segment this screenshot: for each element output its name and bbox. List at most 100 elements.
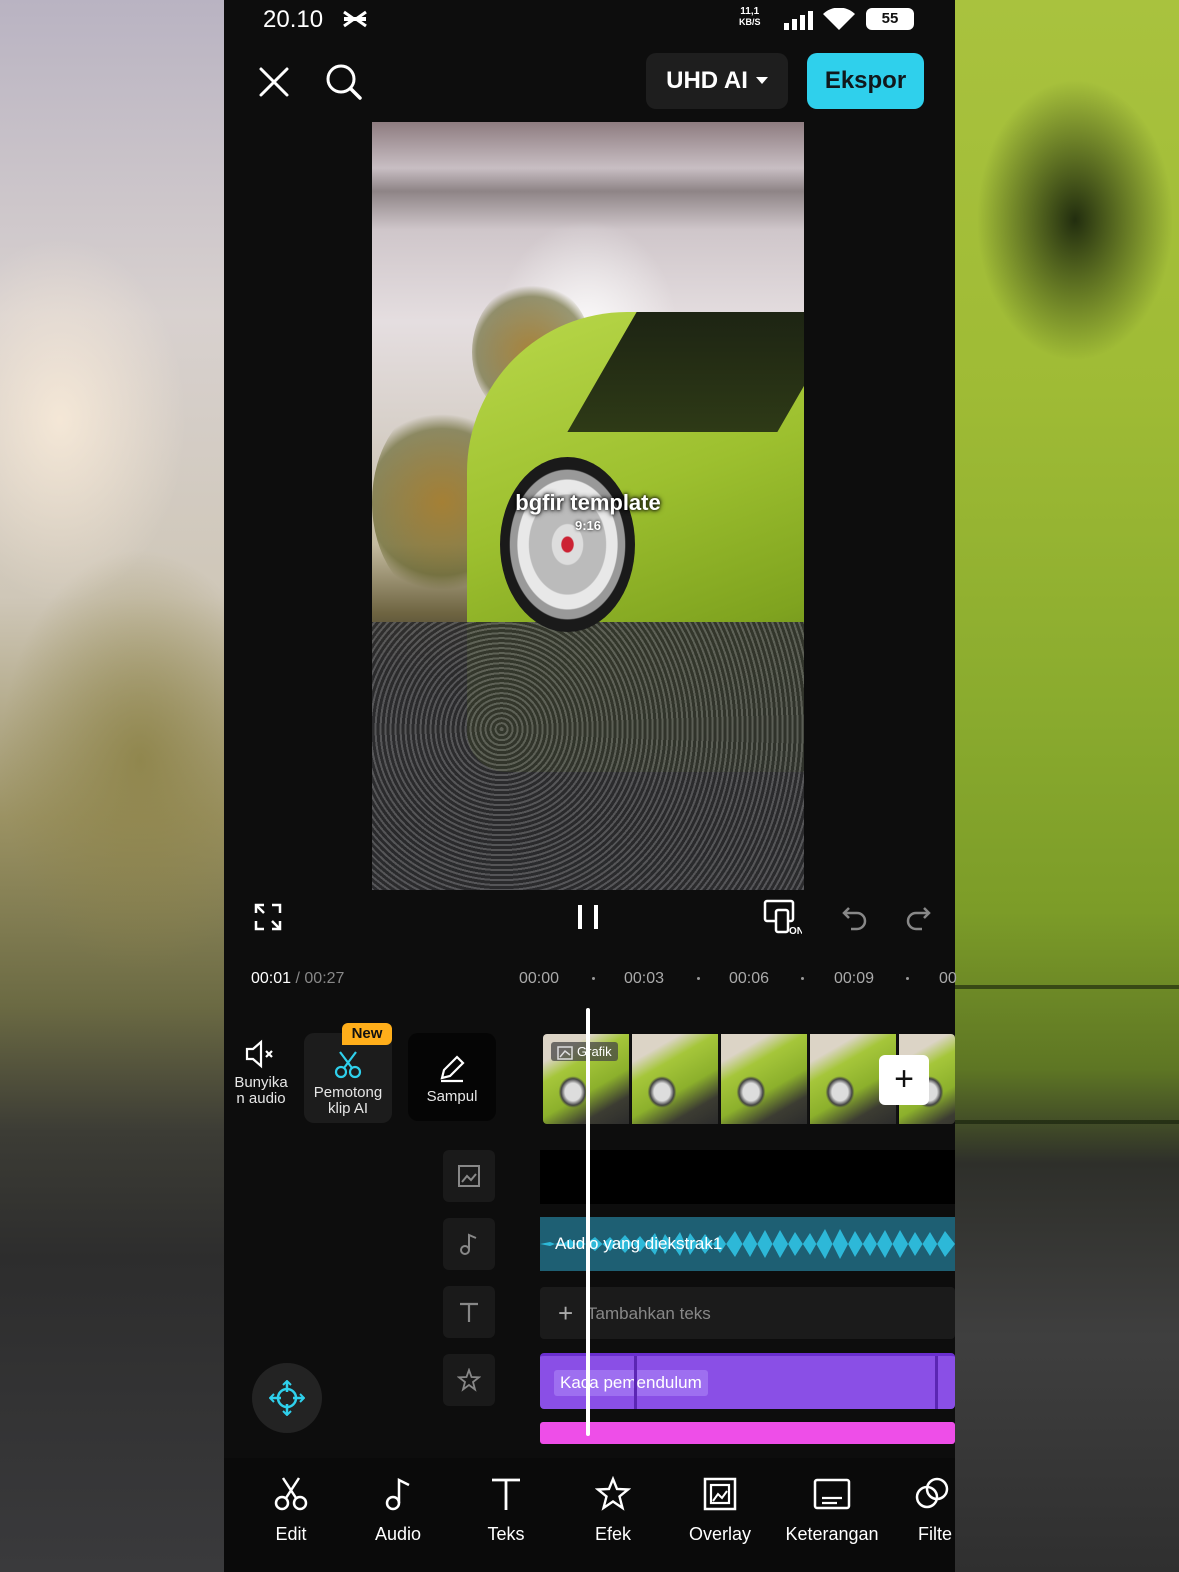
ruler-tick: 00:06: [729, 970, 770, 987]
keyframe-button[interactable]: [252, 1363, 322, 1433]
overlay-track[interactable]: [540, 1150, 955, 1204]
ai-scissors-icon: [334, 1051, 362, 1079]
ai-clip-cutter-button[interactable]: Pemotong klip AI: [304, 1033, 392, 1123]
close-icon: [259, 67, 289, 97]
graphic-tag: Grafik: [551, 1042, 618, 1061]
quality-dropdown[interactable]: UHD AI: [646, 53, 788, 109]
undo-button[interactable]: [835, 897, 875, 937]
search-icon: [326, 64, 362, 100]
video-preview[interactable]: bgfir template 9:16: [372, 122, 804, 890]
signal-icon: [784, 11, 813, 30]
preview-aspect-text: 9:16: [574, 518, 602, 533]
add-text-track[interactable]: + Tambahkan teks: [540, 1287, 955, 1339]
star-effect-icon: [457, 1368, 481, 1392]
clip-thumbnail: [721, 1034, 809, 1124]
top-bar: UHD AI Ekspor: [224, 52, 955, 112]
pause-button[interactable]: [568, 897, 608, 937]
overlay-icon: [703, 1477, 737, 1511]
image-overlay-icon: [458, 1165, 480, 1187]
preview-mode-button[interactable]: ON: [762, 897, 802, 937]
captions-icon: [813, 1478, 851, 1510]
nav-edit-label: Edit: [275, 1524, 307, 1544]
device-preview-on-icon: ON: [763, 899, 802, 936]
mute-audio-button[interactable]: Bunyika n audio: [226, 1033, 296, 1123]
nav-text[interactable]: Teks: [482, 1472, 530, 1545]
scissors-icon: [274, 1477, 308, 1511]
secondary-effect-track[interactable]: [540, 1422, 955, 1444]
effect-split: [634, 1356, 637, 1409]
wifi-icon: [823, 8, 855, 30]
ruler-tick: 00:03: [624, 970, 665, 987]
preview-ground: [372, 622, 804, 890]
fullscreen-button[interactable]: [248, 897, 288, 937]
ruler-tick: 00: [939, 970, 957, 987]
nav-edit[interactable]: Edit: [264, 1472, 318, 1545]
nav-captions-label: Keterangan: [785, 1524, 879, 1544]
cover-button[interactable]: Sampul: [408, 1033, 496, 1121]
nav-audio[interactable]: Audio: [370, 1472, 426, 1545]
fullscreen-icon: [254, 903, 282, 931]
audio-track[interactable]: Audio yang diekstrak1: [540, 1217, 955, 1271]
ruler-tick: 00:00: [519, 970, 560, 987]
effect-track[interactable]: Kaca pemendulum: [540, 1353, 955, 1409]
export-button[interactable]: Ekspor: [807, 53, 924, 109]
timecode-ruler: 00:01 / 00:27 00:00 00:03 00:06 00:09 00: [224, 962, 957, 998]
playhead[interactable]: [586, 1008, 590, 1436]
graphic-tag-icon: [557, 1046, 573, 1060]
nav-captions[interactable]: Keterangan: [780, 1472, 884, 1545]
overlay-track-button[interactable]: [443, 1150, 495, 1202]
star-effect-icon: [595, 1476, 631, 1511]
bottom-toolbar: Edit Audio Teks Efek Overlay Keterangan …: [224, 1458, 955, 1572]
nav-overlay-label: Overlay: [688, 1524, 751, 1544]
clip-thumbnail: [632, 1034, 720, 1124]
speaker-mute-icon: [245, 1039, 273, 1069]
ruler-dot: [697, 977, 700, 980]
search-button[interactable]: [322, 60, 366, 104]
effect-track-button[interactable]: [443, 1354, 495, 1406]
nav-effects-label: Efek: [594, 1524, 632, 1544]
battery-indicator: 55: [866, 8, 914, 30]
ruler-dot: [801, 977, 804, 980]
app-root: 20.10 11,1 KB/S 55 UHD AI Ekspor bgfir t…: [0, 0, 1179, 1572]
text-track-button[interactable]: [443, 1286, 495, 1338]
keyframe-move-icon: [269, 1380, 305, 1416]
background-blur-left: [0, 0, 224, 1572]
effect-split: [935, 1356, 938, 1409]
plus-icon: +: [558, 1298, 574, 1328]
add-clip-button[interactable]: +: [879, 1055, 929, 1105]
close-button[interactable]: [252, 60, 296, 104]
playback-controls: ON: [224, 893, 955, 943]
status-bar: 20.10 11,1 KB/S 55: [224, 0, 955, 40]
redo-button[interactable]: [898, 897, 938, 937]
caret-down-icon: [755, 77, 768, 84]
pencil-icon: [440, 1055, 465, 1083]
quality-label: UHD AI: [666, 67, 748, 94]
nav-overlay[interactable]: Overlay: [684, 1472, 756, 1545]
nav-filter[interactable]: Filte: [914, 1472, 955, 1545]
audio-track-button[interactable]: [443, 1218, 495, 1270]
graphic-tag-label: Grafik: [577, 1044, 612, 1059]
music-note-icon: [460, 1233, 477, 1255]
effect-track-label: Kaca pemendulum: [554, 1370, 708, 1396]
nav-effects[interactable]: Efek: [588, 1472, 638, 1545]
capcut-notification-icon: [343, 10, 367, 28]
ruler-tick: 00:09: [834, 970, 875, 987]
network-speed: 11,1 KB/S: [739, 6, 761, 27]
music-note-icon: [385, 1477, 410, 1511]
nav-text-label: Teks: [487, 1524, 525, 1544]
mute-audio-label: Bunyika n audio: [234, 1074, 288, 1107]
cover-label: Sampul: [426, 1088, 478, 1105]
undo-icon: [842, 907, 867, 931]
background-blur-right: [955, 0, 1179, 1572]
svg-text:ON: ON: [789, 926, 802, 936]
ruler-dot: [906, 977, 909, 980]
status-time: 20.10: [263, 6, 324, 33]
ai-clip-cutter-label: Pemotong klip AI: [313, 1084, 383, 1117]
ruler-dot: [592, 977, 595, 980]
audio-track-label: Audio yang diekstrak1: [555, 1234, 723, 1253]
redo-icon: [906, 907, 931, 931]
preview-wheel: [500, 457, 635, 632]
filter-icon: [915, 1477, 949, 1509]
text-icon: [492, 1478, 520, 1510]
add-text-label: Tambahkan teks: [587, 1304, 711, 1323]
